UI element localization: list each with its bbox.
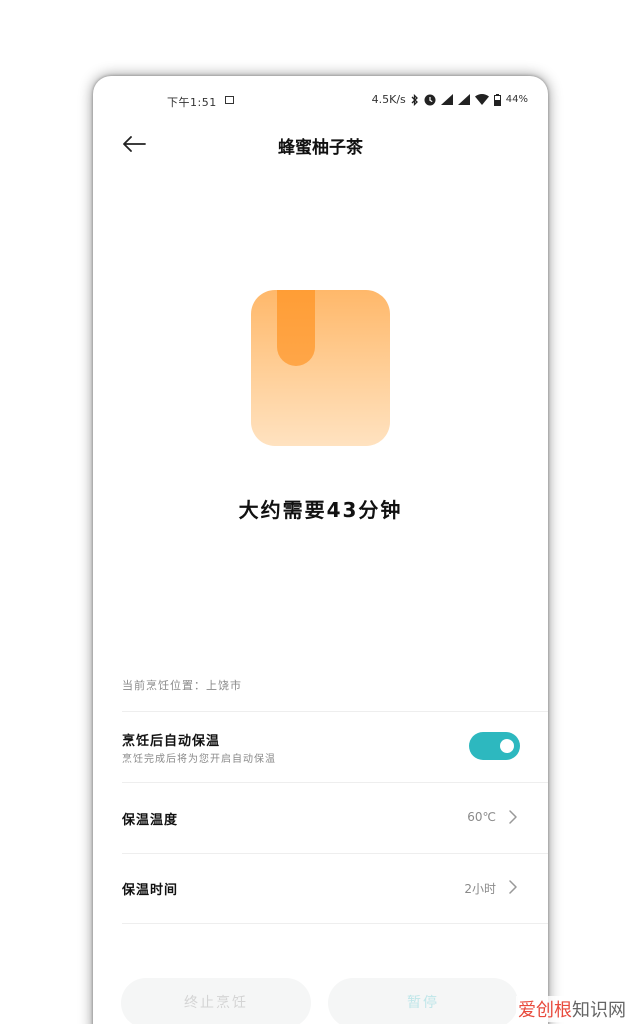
status-time: 下午1:51 bbox=[167, 96, 217, 109]
chevron-right-icon bbox=[509, 810, 517, 824]
watermark-accent-text: 爱创根 bbox=[518, 1000, 572, 1021]
cooking-location: 当前烹饪位置：上饶市 bbox=[122, 679, 242, 692]
illustration-tab bbox=[277, 290, 315, 366]
network-speed: 4.5K/s bbox=[371, 93, 406, 106]
pause-button[interactable]: 暂停 bbox=[328, 978, 518, 1024]
alarm-clock-icon bbox=[424, 94, 436, 105]
signal-icon-2 bbox=[457, 94, 470, 105]
cooking-duration: 大约需要43分钟 bbox=[238, 498, 403, 522]
auto-keep-warm-title: 烹饪后自动保温 bbox=[122, 734, 221, 749]
battery-percent: 44% bbox=[505, 94, 528, 105]
site-watermark: 爱创根知识网 bbox=[516, 996, 628, 1022]
keep-warm-time-value: 2小时 bbox=[464, 882, 496, 896]
image-notification-icon bbox=[225, 96, 234, 104]
recipe-illustration-icon bbox=[251, 290, 390, 446]
navigation-bar: 蜂蜜柚子茶 bbox=[93, 128, 548, 160]
keep-warm-time-row[interactable]: 保温时间 2小时 bbox=[93, 854, 548, 924]
wifi-icon bbox=[474, 94, 489, 105]
status-icons: 4.5K/s 44% bbox=[372, 93, 528, 106]
keep-warm-temp-row[interactable]: 保温温度 60℃ bbox=[93, 783, 548, 853]
phone-screen: 下午1:51 4.5K/s 44% 蜂蜜柚子茶 大约需要43分钟 当前烹饪位置：… bbox=[93, 76, 548, 1024]
battery-icon bbox=[493, 93, 501, 106]
chevron-right-icon bbox=[509, 880, 517, 894]
keep-warm-time-label: 保温时间 bbox=[122, 883, 179, 898]
stop-cooking-button[interactable]: 终止烹饪 bbox=[121, 978, 311, 1024]
toggle-knob bbox=[500, 739, 514, 753]
signal-icon-1 bbox=[440, 94, 453, 105]
watermark-text: 知识网 bbox=[572, 1000, 626, 1021]
keep-warm-temp-label: 保温温度 bbox=[122, 813, 179, 828]
screenshot-canvas: 下午1:51 4.5K/s 44% 蜂蜜柚子茶 大约需要43分钟 当前烹饪位置：… bbox=[0, 0, 640, 1024]
auto-keep-warm-subtitle: 烹饪完成后将为您开启自动保温 bbox=[122, 754, 276, 765]
divider bbox=[122, 923, 548, 924]
status-bar: 下午1:51 4.5K/s 44% bbox=[93, 92, 548, 110]
page-title: 蜂蜜柚子茶 bbox=[278, 138, 363, 158]
bluetooth-icon bbox=[411, 93, 418, 106]
keep-warm-temp-value: 60℃ bbox=[467, 810, 496, 824]
auto-keep-warm-toggle[interactable] bbox=[469, 732, 520, 760]
